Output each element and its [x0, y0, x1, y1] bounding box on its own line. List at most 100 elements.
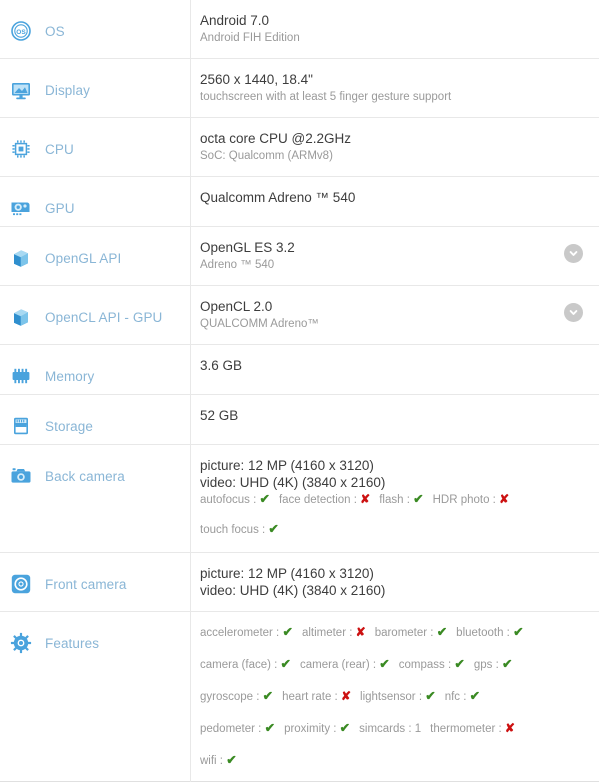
spec-value-cell: picture: 12 MP (4160 x 3120)video: UHD (…	[191, 445, 599, 553]
chevron-down-icon	[568, 248, 579, 259]
spec-value-cell: accelerometer : ✔altimeter : ✘barometer …	[191, 612, 599, 782]
feature-yes-icon: ✔	[282, 625, 292, 639]
feature-yes-icon: ✔	[437, 625, 447, 639]
feature-entry: flash : ✔	[379, 494, 423, 506]
spec-label-cell-1: Display	[0, 59, 191, 118]
spec-label-cell-back-camera: Back camera	[0, 445, 191, 553]
spec-value-secondary: QUALCOMM Adreno™	[200, 316, 585, 332]
feature-entry: lightsensor : ✔	[360, 691, 436, 703]
feature-name: autofocus :	[200, 494, 259, 506]
spec-label-text: Memory	[45, 369, 94, 384]
spec-value-cell: 3.6 GB	[191, 345, 599, 395]
spec-value-primary: 2560 x 1440, 18.4"	[200, 71, 585, 88]
feature-name: touch focus :	[200, 524, 268, 536]
feature-yes-icon: ✔	[413, 492, 423, 506]
feature-no-icon: ✘	[360, 492, 370, 506]
feature-entry: face detection : ✘	[279, 494, 370, 506]
expand-opencl-api-gpu-button[interactable]	[564, 303, 583, 322]
spec-row: Display 2560 x 1440, 18.4"touchscreen wit…	[0, 59, 599, 118]
spec-value-cell: octa core CPU @2.2GHzSoC: Qualcomm (ARMv…	[191, 118, 599, 177]
feature-name: face detection :	[279, 494, 360, 506]
spec-label-text: Features	[45, 636, 99, 651]
feature-yes-icon: ✔	[379, 657, 389, 671]
spec-rows-body: OSOSAndroid 7.0Android FIH EditionDispla…	[0, 0, 599, 782]
features-gear-icon	[10, 632, 32, 654]
feature-entry: thermometer : ✘	[430, 723, 515, 735]
front-camera-picture: picture: 12 MP (4160 x 3120)	[200, 565, 585, 582]
feature-yes-icon: ✔	[454, 657, 464, 671]
feature-entry: heart rate : ✘	[282, 691, 351, 703]
feature-name: flash :	[379, 494, 413, 506]
spec-row: GPU Qualcomm Adreno ™ 540	[0, 177, 599, 227]
back-camera-icon	[10, 465, 32, 487]
os-icon: OS	[10, 20, 32, 42]
features-row-5: wifi : ✔	[200, 752, 585, 769]
svg-text:OS: OS	[16, 29, 26, 36]
spec-row: OpenGL API OpenGL ES 3.2Adreno ™ 540	[0, 227, 599, 286]
memory-icon	[10, 365, 32, 387]
feature-value: 1	[415, 723, 421, 735]
spec-label-text: Back camera	[45, 469, 125, 484]
spec-row: OpenCL API - GPUOpenCL 2.0QUALCOMM Adren…	[0, 286, 599, 345]
expand-opengl-api-button[interactable]	[564, 244, 583, 263]
spec-label-cell-features: Features	[0, 612, 191, 782]
features-row-2: camera (face) : ✔camera (rear) : ✔compas…	[200, 656, 585, 673]
chevron-down-icon	[568, 307, 579, 318]
spec-value-secondary: touchscreen with at least 5 finger gestu…	[200, 89, 585, 105]
spec-value-primary: Qualcomm Adreno ™ 540	[200, 189, 585, 206]
feature-entry: nfc : ✔	[445, 691, 480, 703]
back-camera-features-row-2: touch focus : ✔	[200, 521, 585, 538]
spec-label-text: Storage	[45, 419, 93, 434]
features-row-4: pedometer : ✔proximity : ✔simcards : 1th…	[200, 720, 585, 737]
feature-name: camera (face) :	[200, 659, 281, 671]
feature-yes-icon: ✔	[268, 522, 278, 536]
spec-value-primary: Android 7.0	[200, 12, 585, 29]
spec-label-text: Display	[45, 83, 90, 98]
spec-value-secondary: Adreno ™ 540	[200, 257, 585, 273]
feature-yes-icon: ✔	[265, 721, 275, 735]
spec-label-cell-6: Memory	[0, 345, 191, 395]
spec-label-text: OS	[45, 24, 65, 39]
storage-icon	[10, 415, 32, 437]
feature-entry: camera (rear) : ✔	[300, 659, 390, 671]
spec-row: OS OS Android 7.0Android FIH Edition	[0, 0, 599, 59]
spec-label-text: CPU	[45, 142, 74, 157]
spec-label-cell-2: CPU	[0, 118, 191, 177]
feature-yes-icon: ✔	[425, 689, 435, 703]
feature-entry: HDR photo : ✘	[433, 494, 510, 506]
spec-label-cell-7: Storage	[0, 395, 191, 445]
feature-name: wifi :	[200, 755, 226, 767]
feature-yes-icon: ✔	[340, 721, 350, 735]
feature-name: lightsensor :	[360, 691, 425, 703]
feature-yes-icon: ✔	[263, 689, 273, 703]
cube-icon	[10, 306, 32, 328]
gpu-icon	[10, 197, 32, 219]
spec-row: Storage 52 GB	[0, 395, 599, 445]
spec-label-cell-4: OpenGL API	[0, 227, 191, 286]
spec-label-text: Front camera	[45, 577, 126, 592]
spec-label-cell-front-camera: Front camera	[0, 553, 191, 612]
cube-icon	[10, 247, 32, 269]
spec-row-features: Features accelerometer : ✔altimeter : ✘ba…	[0, 612, 599, 782]
spec-label-text: GPU	[45, 201, 75, 216]
front-camera-video: video: UHD (4K) (3840 x 2160)	[200, 582, 585, 599]
feature-entry: wifi : ✔	[200, 755, 237, 767]
spec-value-cell: Android 7.0Android FIH Edition	[191, 0, 599, 59]
spec-value-cell: OpenGL ES 3.2Adreno ™ 540	[191, 227, 599, 286]
spec-value-secondary: SoC: Qualcomm (ARMv8)	[200, 148, 585, 164]
spec-label-text: OpenGL API	[45, 251, 121, 266]
spec-label-cell-0: OS OS	[0, 0, 191, 59]
feature-no-icon: ✘	[505, 721, 515, 735]
features-row-1: accelerometer : ✔altimeter : ✘barometer …	[200, 624, 585, 641]
feature-name: compass :	[399, 659, 455, 671]
feature-name: gyroscope :	[200, 691, 263, 703]
spec-value-primary: 52 GB	[200, 407, 585, 424]
back-camera-video: video: UHD (4K) (3840 x 2160)	[200, 474, 585, 491]
feature-no-icon: ✘	[341, 689, 351, 703]
display-icon	[10, 79, 32, 101]
spec-row: Memory 3.6 GB	[0, 345, 599, 395]
spec-value-primary: octa core CPU @2.2GHz	[200, 130, 585, 147]
feature-yes-icon: ✔	[470, 689, 480, 703]
feature-yes-icon: ✔	[226, 753, 236, 767]
feature-yes-icon: ✔	[281, 657, 291, 671]
